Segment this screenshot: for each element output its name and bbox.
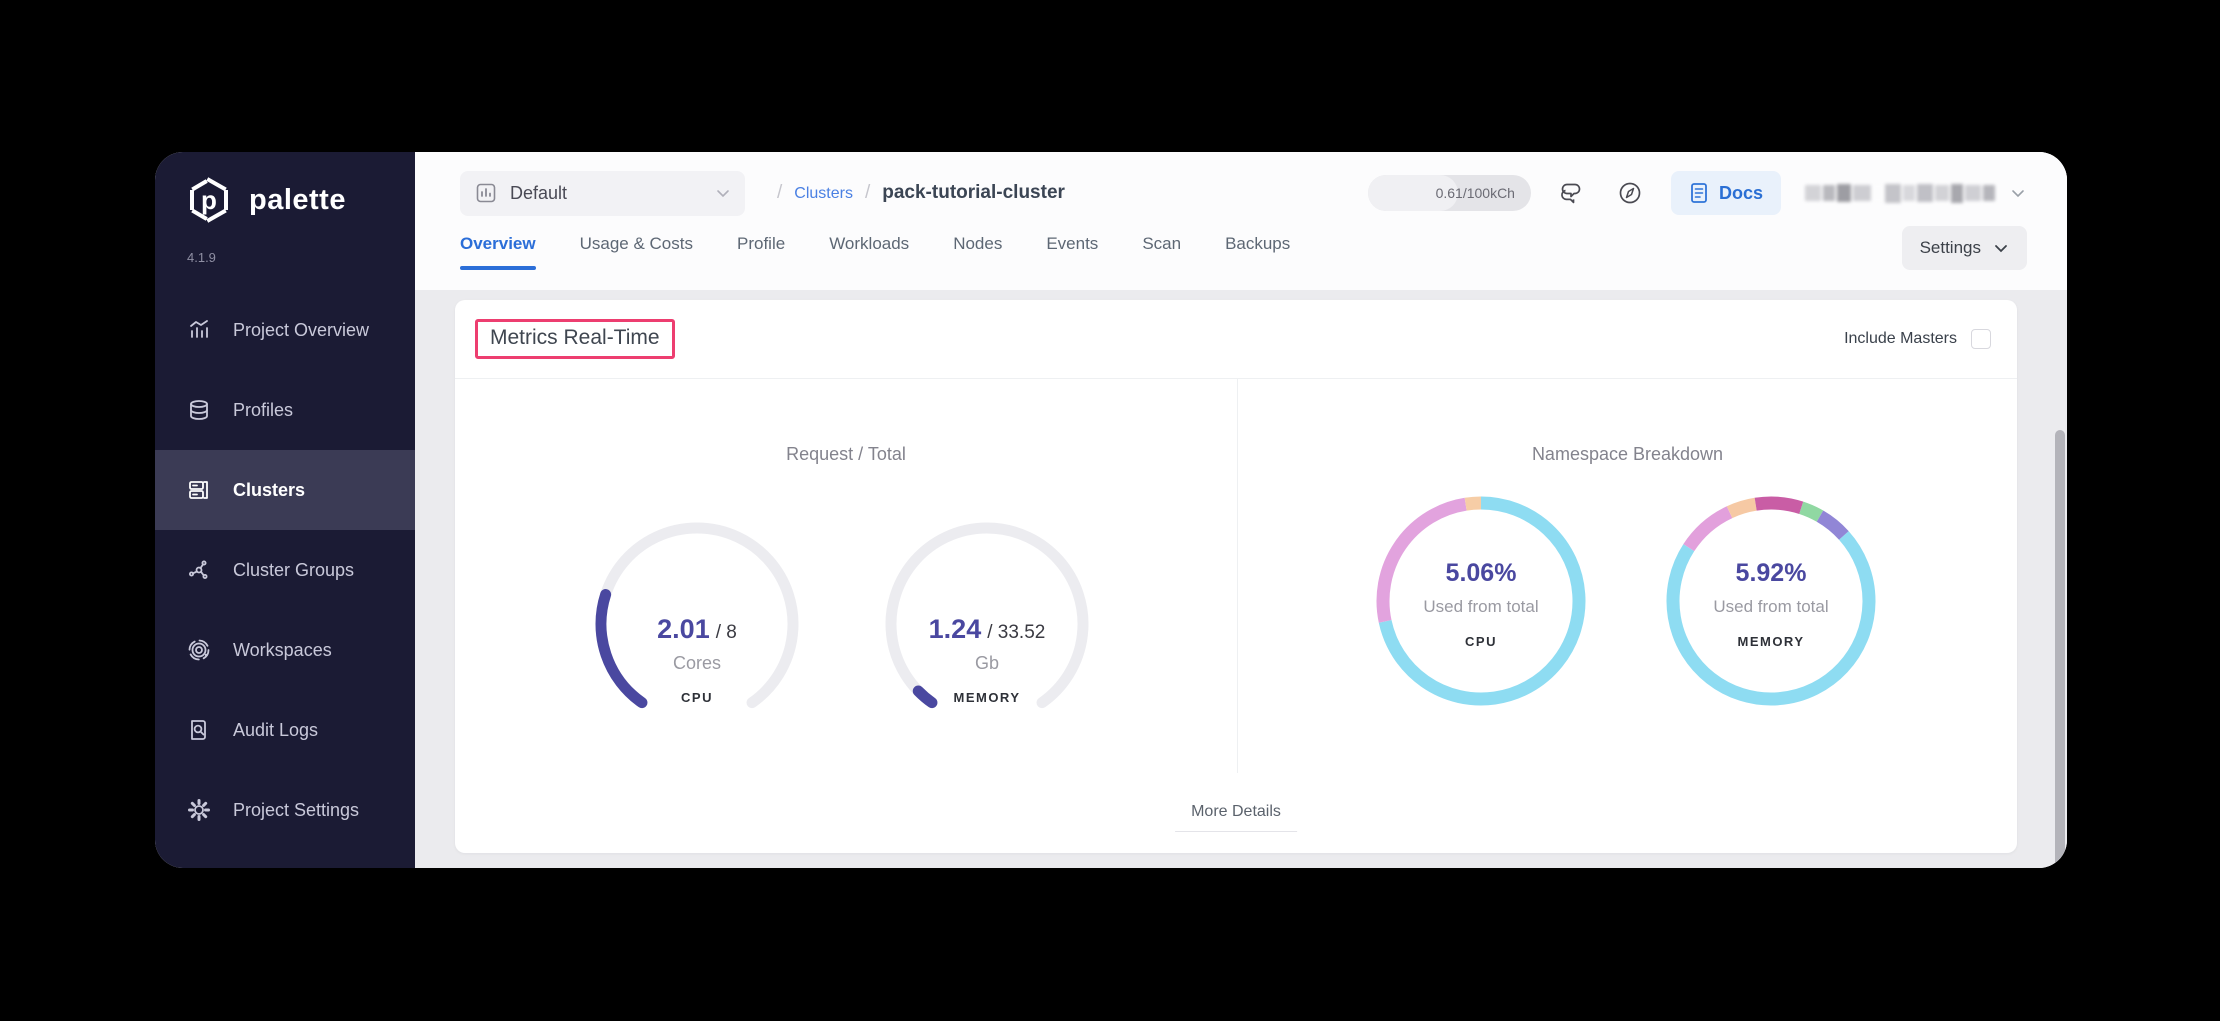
tab-overview[interactable]: Overview [460,234,536,270]
sidebar-item-project-overview[interactable]: Project Overview [155,290,415,370]
cpu-gauge-label: CPU [587,690,807,705]
metrics-card: Metrics Real-Time Include Masters Reques… [455,300,2017,853]
memory-donut-label: MEMORY [1661,634,1881,649]
card-title: Metrics Real-Time [490,326,660,350]
cpu-gauge: 2.01 / 8 Cores CPU [587,514,807,734]
memory-gauge-value: 1.24 [929,614,982,645]
project-selector-value: Default [510,183,567,204]
memory-gauge-label: MEMORY [877,690,1097,705]
tab-scan[interactable]: Scan [1142,234,1181,270]
more-details-link[interactable]: More Details [1175,803,1297,832]
settings-button[interactable]: Settings [1902,226,2027,270]
compass-icon [1615,178,1645,208]
tab-workloads[interactable]: Workloads [829,234,909,270]
palette-logo-icon: p [185,176,233,224]
sidebar-item-label: Clusters [233,480,305,501]
memory-gauge-total: / 33.52 [987,622,1045,644]
usage-pill: 0.61/100kCh [1368,175,1531,211]
logo[interactable]: p palette [155,152,415,224]
sidebar-item-label: Cluster Groups [233,560,354,581]
sidebar-item-clusters[interactable]: Clusters [155,450,415,530]
version-label: 4.1.9 [155,224,415,265]
help-button[interactable] [1613,176,1647,210]
include-masters-checkbox[interactable] [1971,329,1991,349]
gear-icon [187,798,211,822]
settings-label: Settings [1920,238,1981,258]
sidebar-item-label: Workspaces [233,640,332,661]
project-selector[interactable]: Default [460,171,745,216]
chat-icon [1557,178,1587,208]
memory-donut-caption: Used from total [1661,597,1881,617]
cpu-gauge-unit: Cores [587,653,807,674]
breadcrumb-slash: / [777,182,782,204]
docs-label: Docs [1719,183,1763,204]
breadcrumb-link-clusters[interactable]: Clusters [794,185,853,203]
cpu-gauge-total: / 8 [716,622,737,644]
sidebar-item-label: Project Settings [233,800,359,821]
memory-donut: 5.92% Used from total MEMORY [1661,491,1881,711]
chevron-down-icon [1993,240,2009,256]
topbar: Default / Clusters / pack-tutorial-clust… [415,152,2067,224]
sidebar: p palette 4.1.9 Project Overview Profile… [155,152,415,868]
sidebar-item-audit-logs[interactable]: Audit Logs [155,690,415,770]
sidebar-item-cluster-groups[interactable]: Cluster Groups [155,530,415,610]
app-window: p palette 4.1.9 Project Overview Profile… [155,152,2067,868]
request-total-panel: Request / Total 2.01 / 8 Cores CPU [455,378,1237,773]
header: Default / Clusters / pack-tutorial-clust… [415,152,2067,290]
tabs: Overview Usage & Costs Profile Workloads… [415,224,2067,270]
cpu-donut-percent: 5.06% [1371,559,1591,588]
breadcrumb-current-cluster: pack-tutorial-cluster [882,182,1065,204]
docs-book-icon [1689,182,1709,204]
chevron-down-icon [715,185,731,201]
tab-profile[interactable]: Profile [737,234,785,270]
user-menu[interactable] [1805,184,2027,203]
orbit-icon [187,638,211,662]
topbar-right: 0.61/100kCh [1368,171,2027,215]
usage-pill-value: 0.61/100kCh [1436,175,1515,211]
tab-usage-costs[interactable]: Usage & Costs [580,234,693,270]
cpu-donut: 5.06% Used from total CPU [1371,491,1591,711]
annotation-highlight: Metrics Real-Time [475,319,675,359]
breadcrumb-slash: / [865,182,870,204]
sidebar-item-label: Project Overview [233,320,369,341]
tab-backups[interactable]: Backups [1225,234,1290,270]
docs-button[interactable]: Docs [1671,171,1781,215]
network-icon [187,558,211,582]
main-area: Default / Clusters / pack-tutorial-clust… [415,152,2067,868]
logo-text: palette [249,184,346,217]
include-masters-label: Include Masters [1844,330,1957,348]
memory-gauge-unit: Gb [877,653,1097,674]
breadcrumb: / Clusters / pack-tutorial-cluster [777,182,1065,204]
sidebar-item-project-settings[interactable]: Project Settings [155,770,415,850]
chevron-down-icon [2009,184,2027,202]
screenshot-canvas: p palette 4.1.9 Project Overview Profile… [0,0,2220,1021]
memory-gauge: 1.24 / 33.52 Gb MEMORY [877,514,1097,734]
chart-icon [187,318,211,342]
request-total-heading: Request / Total [455,444,1237,465]
active-tab-underline [460,266,536,270]
sidebar-item-workspaces[interactable]: Workspaces [155,610,415,690]
redacted-username [1805,184,1995,203]
sidebar-item-label: Audit Logs [233,720,318,741]
content-area: Metrics Real-Time Include Masters Reques… [415,290,2067,868]
sidebar-item-label: Profiles [233,400,293,421]
tab-events[interactable]: Events [1046,234,1098,270]
layers-icon [187,398,211,422]
namespace-breakdown-heading: Namespace Breakdown [1238,444,2017,465]
sidebar-item-profiles[interactable]: Profiles [155,370,415,450]
namespace-breakdown-panel: Namespace Breakdown 5.06% Used from tota… [1238,378,2017,773]
svg-text:p: p [201,185,217,215]
cpu-donut-label: CPU [1371,634,1591,649]
chat-button[interactable] [1555,176,1589,210]
cpu-gauge-value: 2.01 [657,614,710,645]
sidebar-menu: Project Overview Profiles Clusters [155,290,415,850]
server-list-icon [187,478,211,502]
project-chart-icon [474,181,498,205]
memory-donut-percent: 5.92% [1661,559,1881,588]
tab-nodes[interactable]: Nodes [953,234,1002,270]
cpu-donut-caption: Used from total [1371,597,1591,617]
include-masters-control: Include Masters [1844,329,1991,349]
audit-doc-icon [187,718,211,742]
vertical-scrollbar[interactable] [2055,430,2065,868]
